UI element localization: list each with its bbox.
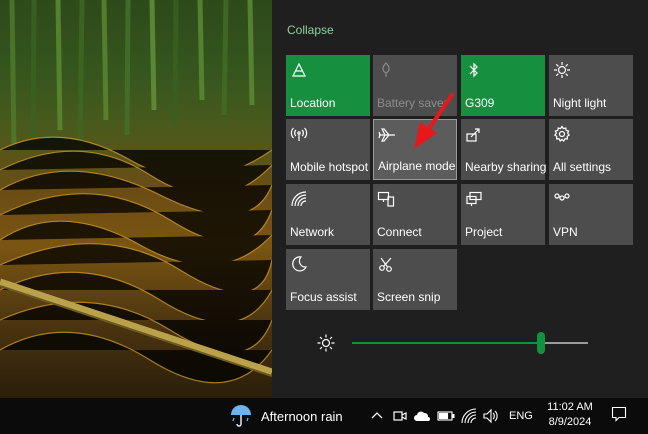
battery-icon — [437, 409, 455, 423]
onedrive-cloud-icon — [413, 409, 431, 423]
taskbar: Afternoon rain ENG 11:02 AM 8/9/2024 — [0, 398, 648, 434]
meet-now-tray-icon[interactable] — [393, 398, 407, 434]
onedrive-tray-icon[interactable] — [413, 398, 431, 434]
weather-label: Afternoon rain — [261, 408, 343, 424]
volume-icon — [483, 408, 499, 424]
umbrella-rain-icon — [228, 403, 254, 429]
wifi-icon — [461, 408, 477, 424]
clock-time: 11:02 AM — [547, 401, 593, 413]
notification-center-button[interactable] — [604, 398, 634, 434]
wifi-tray-icon[interactable] — [461, 398, 477, 434]
notification-icon — [611, 406, 627, 427]
clock[interactable]: 11:02 AM 8/9/2024 — [540, 400, 600, 430]
input-language[interactable]: ENG — [509, 398, 533, 434]
show-hidden-icons-button[interactable] — [370, 398, 384, 434]
clock-date: 8/9/2024 — [548, 416, 592, 428]
annotation-arrow — [414, 93, 454, 149]
volume-tray-icon[interactable] — [483, 398, 499, 434]
battery-tray-icon[interactable] — [437, 398, 455, 434]
chevron-up-icon — [370, 409, 384, 423]
weather-widget[interactable]: Afternoon rain — [228, 398, 343, 434]
meet-now-icon — [393, 408, 407, 424]
